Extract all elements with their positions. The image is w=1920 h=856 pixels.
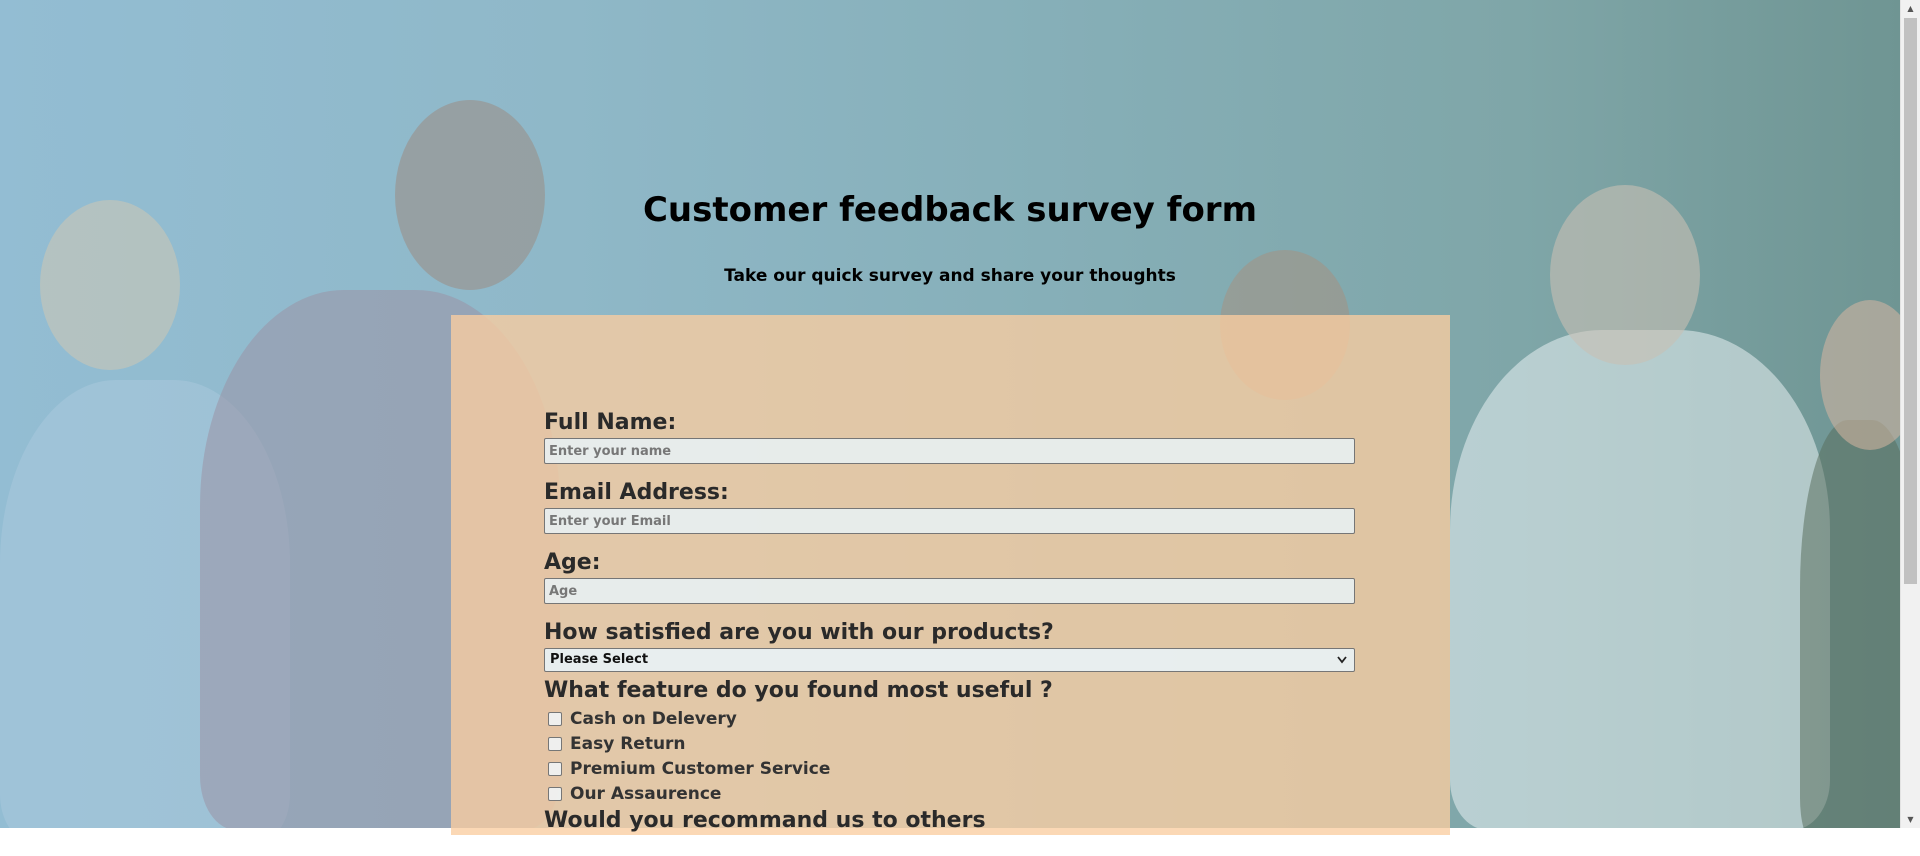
feature-option-assurance[interactable]: Our Assaurence xyxy=(544,781,1355,806)
feature-option-label: Easy Return xyxy=(570,733,686,754)
survey-form: Full Name: Email Address: Age: How satis… xyxy=(451,315,1450,835)
recommend-label: Would you recommand us to others xyxy=(544,808,986,833)
name-label: Full Name: xyxy=(544,410,677,435)
checkbox[interactable] xyxy=(548,761,562,776)
email-label: Email Address: xyxy=(544,480,729,505)
checkbox[interactable] xyxy=(548,786,562,801)
satisfaction-label: How satisfied are you with our products? xyxy=(544,620,1054,645)
checkbox[interactable] xyxy=(548,736,562,751)
page-title: Customer feedback survey form xyxy=(642,190,1257,230)
scroll-up-icon[interactable]: ▲ xyxy=(1901,0,1920,17)
satisfaction-select-value: Please Select xyxy=(550,652,649,667)
feature-label: What feature do you found most useful ? xyxy=(544,678,1053,703)
email-input[interactable] xyxy=(544,508,1355,534)
checkbox[interactable] xyxy=(548,711,562,726)
page-subtitle: Take our quick survey and share your tho… xyxy=(724,266,1176,286)
scroll-down-icon[interactable]: ▼ xyxy=(1901,811,1920,828)
satisfaction-select[interactable]: Please Select xyxy=(544,648,1355,672)
chevron-down-icon xyxy=(1336,649,1348,678)
feature-option-label: Premium Customer Service xyxy=(570,758,831,779)
background-person-3 xyxy=(1450,330,1830,828)
feature-option-cod[interactable]: Cash on Delevery xyxy=(544,706,1355,731)
name-input[interactable] xyxy=(544,438,1355,464)
feature-option-premium-service[interactable]: Premium Customer Service xyxy=(544,756,1355,781)
feature-option-label: Cash on Delevery xyxy=(570,708,737,729)
page-scrollbar[interactable]: ▲ ▼ xyxy=(1900,0,1920,828)
feature-option-label: Our Assaurence xyxy=(570,783,722,804)
age-label: Age: xyxy=(544,550,601,575)
background-person-4 xyxy=(1800,420,1900,828)
age-input[interactable] xyxy=(544,578,1355,604)
survey-form-fields: Full Name: Email Address: Age: How satis… xyxy=(544,410,1355,856)
feature-option-easy-return[interactable]: Easy Return xyxy=(544,731,1355,756)
scroll-thumb[interactable] xyxy=(1904,18,1917,584)
